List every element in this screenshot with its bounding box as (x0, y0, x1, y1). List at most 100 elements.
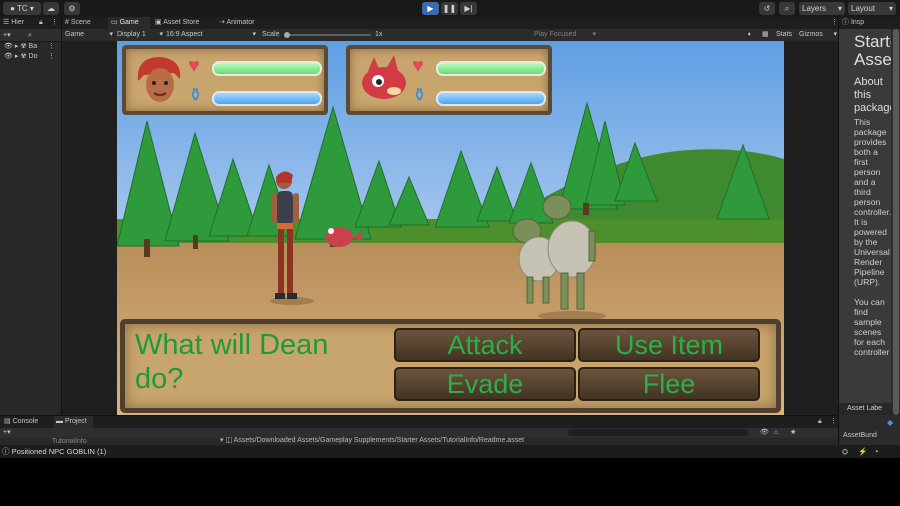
tab-label: Scene (70, 19, 91, 26)
scene-icon: ☢ (20, 43, 27, 50)
tree-item[interactable]: TutorialInfo (52, 438, 87, 445)
folder-icon: ▬ (56, 418, 63, 425)
game-viewport[interactable]: ♥ ⚱ ♥ ⚱ What will Dean do? Attack Use It… (117, 41, 784, 415)
mute-audio-button[interactable]: 🔈︎ (748, 29, 752, 41)
collapse-icon[interactable]: ▾ (220, 437, 224, 444)
heart-icon: ♥ (188, 55, 200, 77)
tab-scene[interactable]: # Scene (62, 17, 108, 29)
status-message[interactable]: Positioned NPC GOBLIN (1) (12, 447, 107, 456)
inspector-tab-label: Insp (850, 19, 865, 26)
pause-icon: ❚❚ (442, 4, 457, 13)
console-icon: ▤ (4, 418, 11, 425)
step-button[interactable]: ▶| (460, 2, 477, 15)
history-button[interactable]: ↺ (759, 2, 775, 15)
play-focused-dropdown[interactable]: Play Focused ▾ (534, 29, 596, 41)
tab-animator[interactable]: ⇢ Animator (216, 17, 270, 29)
expand-icon[interactable]: ▸ (15, 53, 19, 60)
lock-icon[interactable]: 🔒︎ (39, 17, 43, 29)
aspect-dropdown[interactable]: 16:9 Aspect ▾ (166, 29, 256, 41)
layers-dropdown[interactable]: Layers ▾ (799, 2, 845, 15)
readme-body-2: You can find sample scenes for each cont… (854, 297, 890, 357)
hierarchy-tab[interactable]: ☰ Hier 🔒︎ ⋮ (0, 17, 61, 29)
enemy-mana-bar (436, 91, 546, 106)
more-icon[interactable]: ⋮ (828, 17, 838, 29)
enemy-status-card: ♥ ⚱ (346, 45, 552, 115)
expand-icon[interactable]: ▸ (15, 43, 19, 50)
animator-icon: ⇢ (219, 19, 225, 26)
inspector-tab[interactable]: ⓘ Insp (839, 17, 900, 29)
gizmos-dropdown[interactable]: Gizmos ▾ (799, 29, 837, 41)
enemy-portrait (362, 55, 406, 99)
lock-icon[interactable]: 🔒︎ (818, 416, 822, 428)
cloud-button[interactable]: ☁ (43, 2, 59, 15)
pause-button[interactable]: ❚❚ (441, 2, 458, 15)
readme-title: Starter Assets (854, 32, 900, 69)
view-mode-dropdown[interactable]: Game ▾ (63, 29, 115, 41)
tab-game[interactable]: ▭ Game (108, 17, 150, 29)
inspector-panel: ⓘ Insp Starter Assets About this package… (838, 17, 900, 415)
tab-console[interactable]: ▤ Console (4, 416, 38, 428)
use-item-button[interactable]: Use Item (578, 328, 760, 362)
flee-button[interactable]: Flee (578, 367, 760, 401)
performance-icon[interactable]: ⚡ (858, 445, 867, 458)
inspector-scrollbar[interactable] (891, 29, 900, 415)
player-status-card: ♥ ⚱ (122, 45, 328, 115)
store-icon: ▣ (155, 19, 162, 26)
tab-label: Game (119, 19, 139, 26)
evade-button[interactable]: Evade (394, 367, 576, 401)
asset-labels-header[interactable]: Asset Labe (847, 403, 882, 415)
player-health-bar (212, 61, 322, 76)
display-dropdown[interactable]: Display 1 ▾ (117, 29, 163, 41)
more-icon[interactable]: ⋮ (830, 416, 837, 428)
hierarchy-item-label: Do (28, 53, 38, 60)
debug-icon[interactable]: ⛭ (842, 445, 848, 458)
progress-icon[interactable]: ◔ (874, 445, 879, 458)
visibility-icon[interactable]: 👁︎ (4, 53, 13, 60)
gizmos-label: Gizmos (799, 31, 823, 38)
add-icon[interactable]: +▾ (3, 32, 11, 39)
layout-dropdown[interactable]: Layout ▾ (848, 2, 896, 15)
tag-icon[interactable]: ◆ (887, 418, 893, 427)
play-button[interactable]: ▶ (422, 2, 439, 15)
scale-slider[interactable] (284, 29, 372, 41)
hierarchy-item[interactable]: 👁︎ ▸ ☢ Do ⋮ (0, 52, 61, 62)
more-icon[interactable]: ⋮ (48, 52, 55, 62)
search-field[interactable] (568, 429, 748, 436)
visibility-icon[interactable]: 👁︎ (4, 43, 13, 50)
account-icon: ● (10, 4, 15, 13)
game-icon: ▭ (111, 19, 118, 26)
account-dropdown[interactable]: ● TC ▾ (3, 2, 41, 15)
stats-button[interactable]: Stats (776, 29, 792, 41)
add-icon[interactable]: +▾ (3, 429, 11, 436)
asset-path: Assets/Downloaded Assets/Gameplay Supple… (233, 437, 525, 444)
hierarchy-icon: ☰ (3, 19, 10, 26)
collab-button[interactable]: ⚙ (64, 2, 80, 15)
display-label: Display 1 (117, 31, 146, 38)
more-icon[interactable]: ⋮ (51, 17, 58, 29)
account-label: TC (17, 4, 28, 13)
scene-icon: ☢ (20, 53, 27, 60)
player-portrait (137, 57, 181, 102)
slider-track (287, 34, 371, 36)
grid-icon: ▦ (762, 31, 769, 38)
gear-icon: ⚙ (68, 4, 76, 13)
tab-label: Asset Store (163, 19, 200, 26)
attack-button[interactable]: Attack (394, 328, 576, 362)
info-icon: ⓘ (842, 19, 849, 26)
layers-label: Layers (802, 4, 827, 13)
more-icon[interactable]: ⋮ (48, 42, 55, 52)
hierarchy-item[interactable]: 👁︎ ▸ ☢ Ba ⋮ (0, 42, 61, 52)
scrollbar-thumb[interactable] (893, 29, 899, 415)
tab-asset-store[interactable]: ▣ Asset Store (152, 17, 214, 29)
chevron-down-icon: ▾ (159, 31, 163, 38)
chevron-down-icon: ▾ (837, 4, 842, 13)
tab-label: Project (64, 418, 87, 425)
cloud-icon: ☁ (47, 4, 55, 13)
mana-potion-icon: ⚱ (412, 85, 428, 105)
search-button[interactable]: ⌕ (779, 2, 795, 15)
slider-thumb[interactable] (284, 32, 290, 38)
vsync-button[interactable]: ▦ (762, 29, 769, 41)
search-icon[interactable]: ⌕ (28, 29, 32, 41)
tab-project[interactable]: ▬ Project (54, 416, 93, 428)
asset-bundle-label[interactable]: AssetBund (843, 431, 877, 441)
